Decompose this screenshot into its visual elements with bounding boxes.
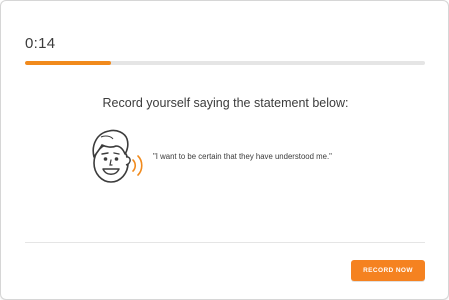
progress-bar bbox=[25, 61, 425, 65]
instruction-text: Record yourself saying the statement bel… bbox=[102, 96, 349, 110]
speaking-face-icon bbox=[89, 127, 151, 189]
timer: 0:14 bbox=[25, 35, 56, 52]
exercise-card: 0:14 Record yourself saying the statemen… bbox=[0, 0, 449, 300]
footer-divider bbox=[25, 242, 425, 243]
record-now-button[interactable]: RECORD NOW bbox=[351, 260, 425, 281]
progress-fill bbox=[25, 61, 111, 65]
statement-text: "I want to be certain that they have und… bbox=[153, 152, 332, 161]
